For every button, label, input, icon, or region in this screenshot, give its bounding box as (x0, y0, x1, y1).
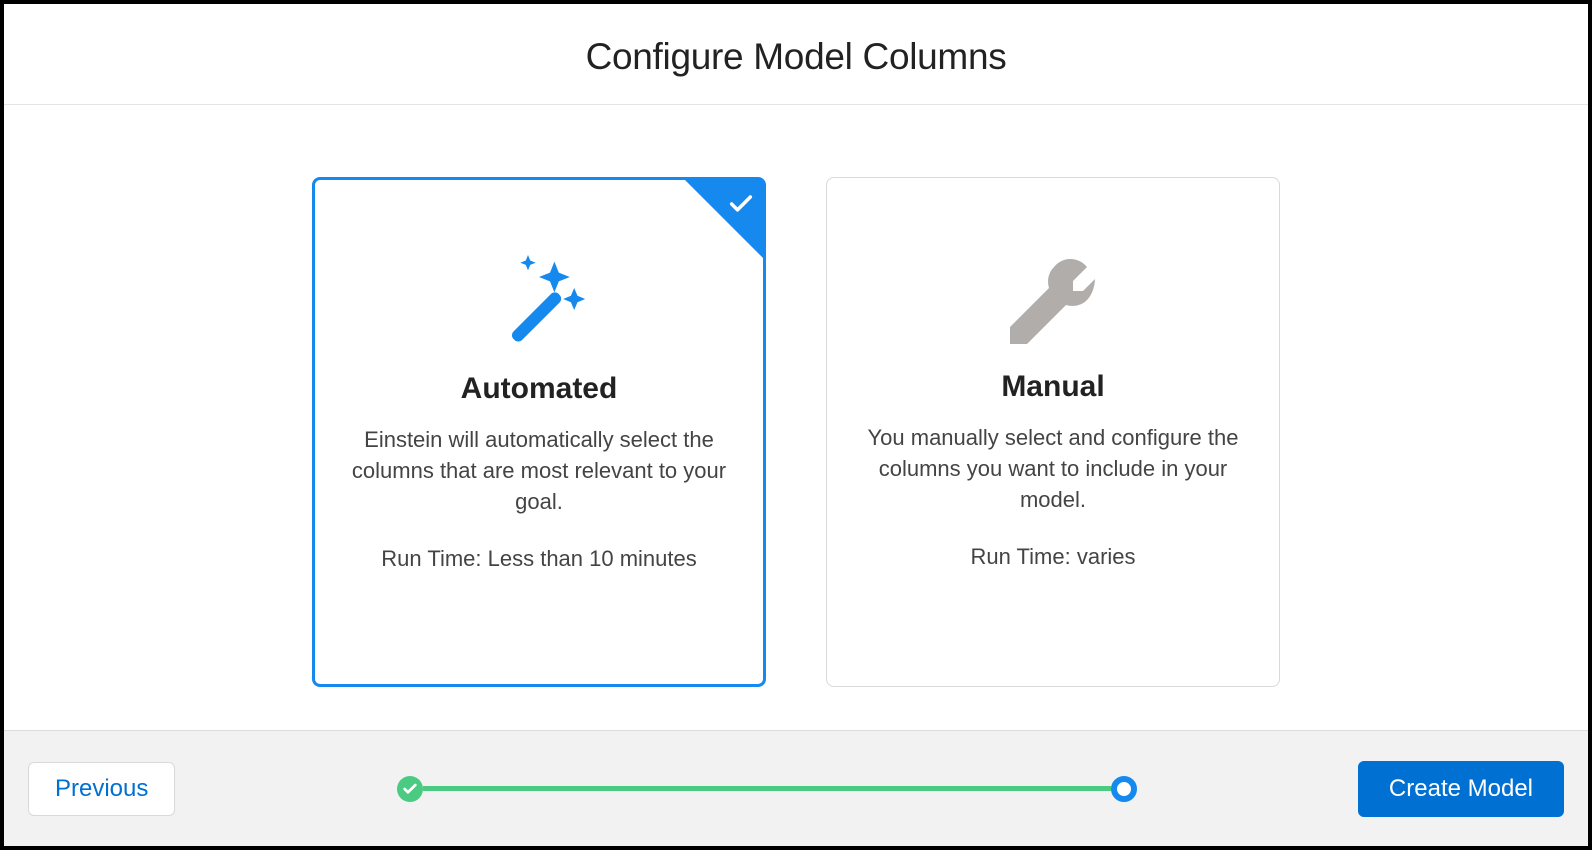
progress-step-complete (397, 776, 423, 802)
option-runtime-automated: Run Time: Less than 10 minutes (381, 546, 697, 572)
options-container: Automated Einstein will automatically se… (4, 105, 1588, 730)
option-card-manual[interactable]: Manual You manually select and configure… (826, 177, 1280, 687)
checkmark-icon (727, 190, 755, 223)
option-title-automated: Automated (461, 372, 618, 406)
wizard-footer: Previous Create Model (4, 730, 1588, 846)
progress-line (423, 786, 1111, 791)
progress-indicator (175, 776, 1358, 802)
magic-wand-icon (484, 180, 594, 372)
page-header: Configure Model Columns (4, 4, 1588, 105)
option-title-manual: Manual (1001, 370, 1104, 404)
option-description-manual: You manually select and configure the co… (859, 422, 1247, 516)
wrench-icon (1003, 178, 1103, 370)
create-model-button[interactable]: Create Model (1358, 761, 1564, 817)
option-card-automated[interactable]: Automated Einstein will automatically se… (312, 177, 766, 687)
option-runtime-manual: Run Time: varies (970, 544, 1135, 570)
option-description-automated: Einstein will automatically select the c… (347, 424, 731, 518)
progress-step-current (1111, 776, 1137, 802)
page-title: Configure Model Columns (4, 36, 1588, 78)
previous-button[interactable]: Previous (28, 762, 175, 816)
